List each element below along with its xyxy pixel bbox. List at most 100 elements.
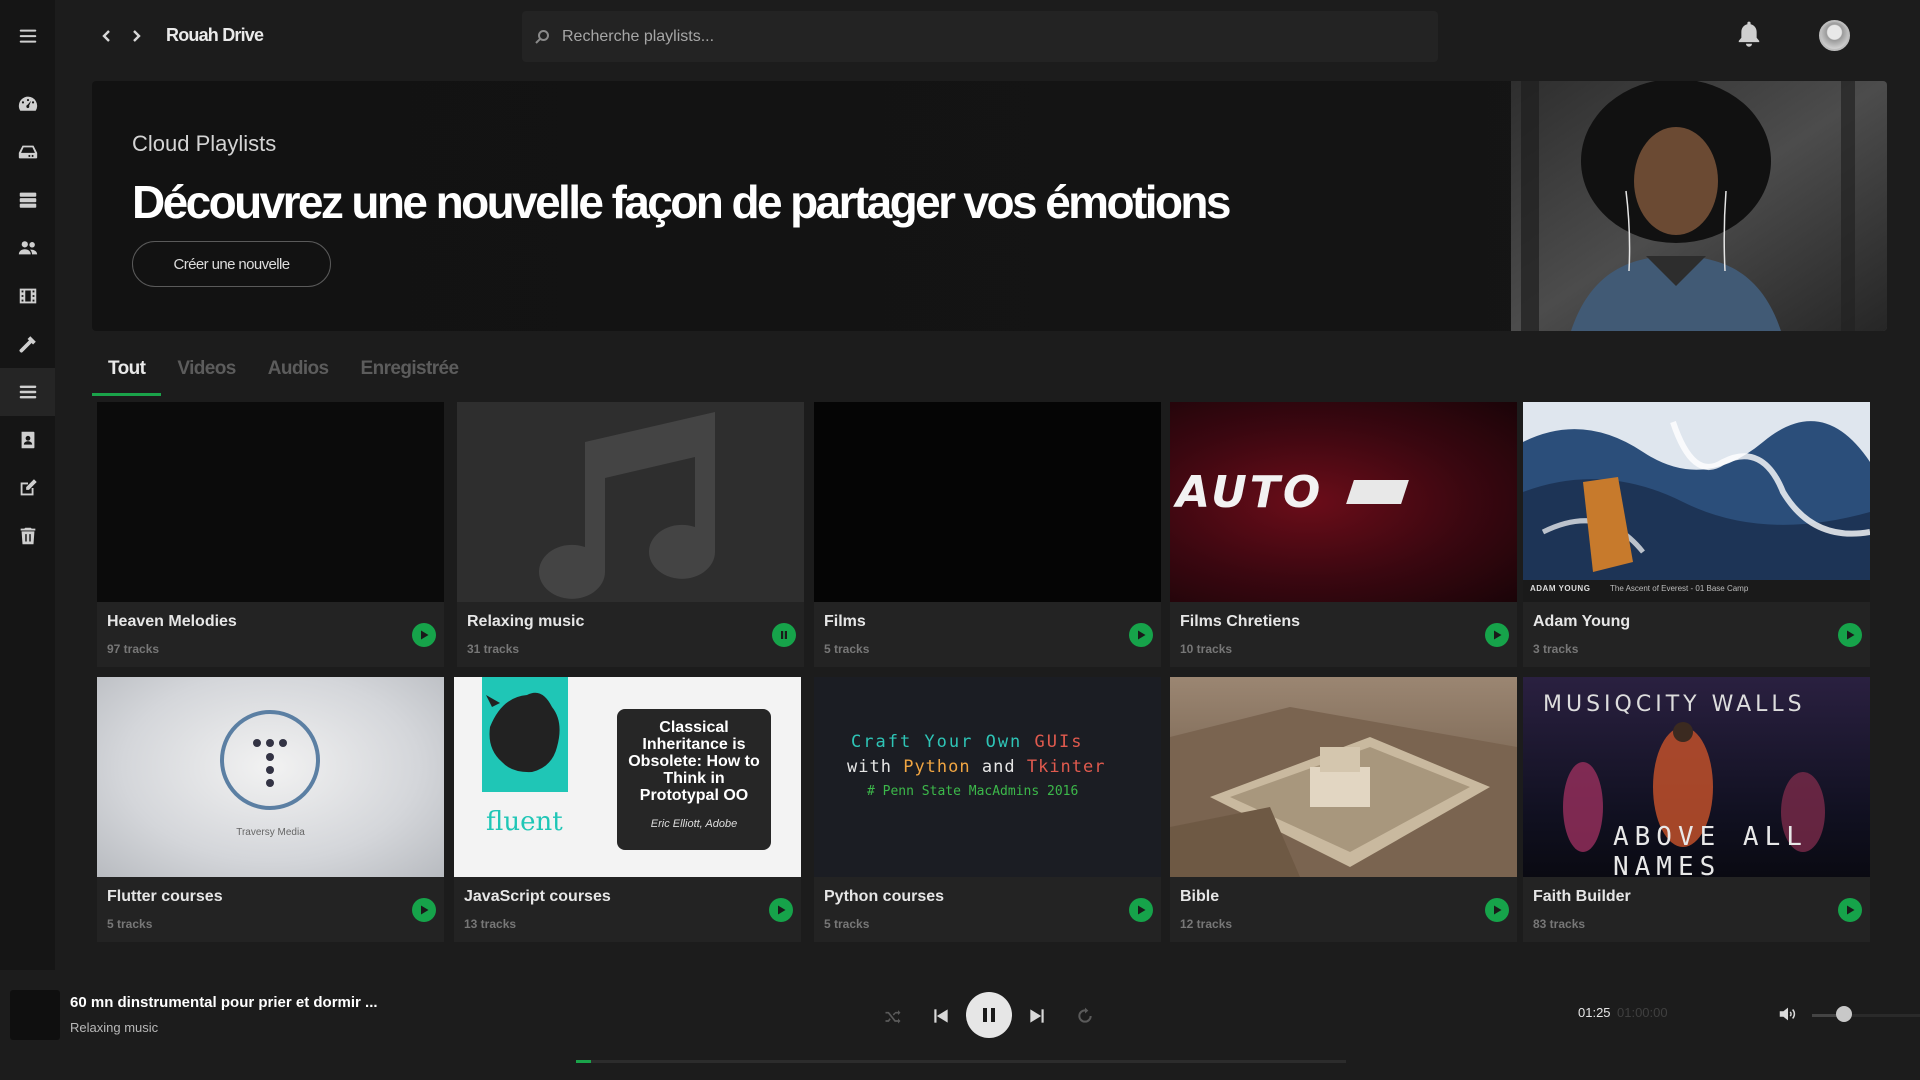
playlist-track-count: 97 tracks bbox=[107, 642, 160, 656]
play-button[interactable] bbox=[1485, 623, 1509, 647]
thumbnail-slide: Classical Inheritance is Obsolete: How t… bbox=[617, 709, 771, 850]
traversy-logo-icon bbox=[220, 710, 320, 810]
rhino-icon bbox=[486, 692, 560, 773]
playlist-title: Films Chretiens bbox=[1180, 613, 1301, 630]
play-icon bbox=[1494, 905, 1502, 915]
playlist-track-count: 5 tracks bbox=[824, 917, 870, 931]
playlist-card-flutter-courses[interactable]: Traversy Media Flutter courses 5 tracks bbox=[97, 677, 444, 942]
trash-icon[interactable] bbox=[0, 512, 55, 560]
thumbnail-code-line-1: Craft Your Own GUIs bbox=[851, 732, 1084, 752]
avatar[interactable] bbox=[1819, 20, 1850, 51]
playlist-thumbnail bbox=[1170, 677, 1517, 877]
top-bar: Rouah Drive bbox=[55, 0, 1920, 72]
play-button[interactable] bbox=[1129, 623, 1153, 647]
search-bar bbox=[522, 11, 1438, 62]
playlist-card-bible[interactable]: Bible 12 tracks bbox=[1170, 677, 1517, 942]
tab-enregistree[interactable]: Enregistrée bbox=[345, 352, 475, 394]
play-icon bbox=[1138, 630, 1146, 640]
playlist-track-count: 5 tracks bbox=[107, 917, 153, 931]
repeat-icon[interactable] bbox=[1073, 1004, 1097, 1028]
play-button[interactable] bbox=[412, 623, 436, 647]
time-total: 01:00:00 bbox=[1617, 1005, 1668, 1020]
play-button[interactable] bbox=[1129, 898, 1153, 922]
playlist-title: Faith Builder bbox=[1533, 888, 1631, 905]
search-icon bbox=[535, 29, 549, 44]
play-icon bbox=[421, 905, 429, 915]
now-playing-title: 60 mn dinstrumental pour prier et dormir… bbox=[70, 994, 378, 1011]
tab-videos[interactable]: Videos bbox=[161, 352, 251, 394]
dashboard-icon[interactable] bbox=[0, 80, 55, 128]
playlist-card-adam-young[interactable]: ADAM YOUNG The Ascent of Everest - 01 Ba… bbox=[1523, 402, 1870, 667]
thumbnail-brand: fluent bbox=[486, 807, 563, 837]
playlist-track-count: 31 tracks bbox=[467, 642, 520, 656]
volume-slider[interactable] bbox=[1812, 1014, 1920, 1017]
player-bar: 60 mn dinstrumental pour prier et dormir… bbox=[0, 970, 1920, 1080]
playlist-card-films[interactable]: Films 5 tracks bbox=[814, 402, 1161, 667]
playlist-title: Adam Young bbox=[1533, 613, 1631, 630]
playlist-card-relaxing-music[interactable]: Relaxing music 31 tracks bbox=[457, 402, 804, 667]
music-note-icon bbox=[539, 412, 715, 599]
back-arrow-icon[interactable] bbox=[96, 22, 118, 50]
thumbnail-text: AUTO bbox=[1176, 467, 1324, 518]
playlist-track-count: 13 tracks bbox=[464, 917, 517, 931]
playlist-card-films-chretiens[interactable]: AUTO Films Chretiens 10 tracks bbox=[1170, 402, 1517, 667]
play-button[interactable] bbox=[1485, 898, 1509, 922]
tab-tout[interactable]: Tout bbox=[92, 352, 162, 396]
thumbnail-subtitle: ABOVE ALL NAMES bbox=[1613, 822, 1808, 877]
server-icon[interactable] bbox=[0, 176, 55, 224]
play-button[interactable] bbox=[1838, 898, 1862, 922]
drive-icon[interactable] bbox=[0, 128, 55, 176]
volume-icon[interactable] bbox=[1777, 1003, 1801, 1027]
hero-title: Découvrez une nouvelle façon de partager… bbox=[132, 176, 1231, 228]
playlist-card-faith-builder[interactable]: MUSIQCITY WALLS ABOVE ALL NAMES Faith Bu… bbox=[1523, 677, 1870, 942]
playlist-title: Heaven Melodies bbox=[107, 613, 237, 630]
play-button[interactable] bbox=[412, 898, 436, 922]
film-icon[interactable] bbox=[0, 272, 55, 320]
bell-icon[interactable] bbox=[1736, 20, 1764, 50]
search-input[interactable] bbox=[562, 27, 1422, 46]
playlist-title: Relaxing music bbox=[467, 613, 585, 630]
play-icon bbox=[778, 905, 786, 915]
pause-button[interactable] bbox=[772, 623, 796, 647]
playlist-title: Python courses bbox=[824, 888, 945, 905]
playlist-title: Bible bbox=[1180, 888, 1220, 905]
create-new-button[interactable]: Créer une nouvelle bbox=[132, 241, 331, 287]
playlist-track-count: 12 tracks bbox=[1180, 917, 1233, 931]
users-icon[interactable] bbox=[0, 224, 55, 272]
tab-audios[interactable]: Audios bbox=[252, 352, 345, 394]
playlist-card-javascript-courses[interactable]: fluent Classical Inheritance is Obsolete… bbox=[454, 677, 801, 942]
list-icon[interactable] bbox=[0, 368, 55, 416]
thumbnail-slide-title: Classical Inheritance is Obsolete: How t… bbox=[628, 719, 760, 804]
playback-progress[interactable] bbox=[576, 1060, 1346, 1063]
play-button[interactable] bbox=[1838, 623, 1862, 647]
play-button[interactable] bbox=[769, 898, 793, 922]
time-current: 01:25 bbox=[1578, 1005, 1611, 1020]
now-playing-playlist: Relaxing music bbox=[70, 1020, 159, 1035]
playlist-card-heaven-melodies[interactable]: Heaven Melodies 97 tracks bbox=[97, 402, 444, 667]
thumbnail-code-line-2: with Python and Tkinter bbox=[847, 757, 1106, 777]
forward-arrow-icon[interactable] bbox=[125, 22, 147, 50]
shuffle-icon[interactable] bbox=[881, 1004, 905, 1028]
now-playing-thumbnail bbox=[10, 990, 60, 1040]
playlist-track-count: 3 tracks bbox=[1533, 642, 1579, 656]
play-icon bbox=[1847, 905, 1855, 915]
volume-handle[interactable] bbox=[1836, 1006, 1853, 1022]
edit-icon[interactable] bbox=[0, 464, 55, 512]
filter-tabs: Tout Videos Audios Enregistrée bbox=[92, 352, 474, 396]
tools-icon[interactable] bbox=[0, 320, 55, 368]
next-icon[interactable] bbox=[1025, 1004, 1049, 1028]
playlist-thumbnail bbox=[814, 402, 1161, 602]
thumbnail-caption-artist: ADAM YOUNG bbox=[1530, 584, 1591, 593]
playback-progress-fill bbox=[576, 1060, 592, 1063]
thumbnail-bar bbox=[1346, 480, 1409, 504]
playlist-track-count: 83 tracks bbox=[1533, 917, 1586, 931]
playlist-thumbnail bbox=[457, 402, 804, 602]
play-icon bbox=[1138, 905, 1146, 915]
contact-icon[interactable] bbox=[0, 416, 55, 464]
playlist-title: Flutter courses bbox=[107, 888, 223, 905]
play-icon bbox=[421, 630, 429, 640]
playlist-card-python-courses[interactable]: Craft Your Own GUIs with Python and Tkin… bbox=[814, 677, 1161, 942]
menu-icon[interactable] bbox=[0, 12, 55, 60]
previous-icon[interactable] bbox=[929, 1004, 953, 1028]
pause-button[interactable] bbox=[966, 992, 1012, 1038]
